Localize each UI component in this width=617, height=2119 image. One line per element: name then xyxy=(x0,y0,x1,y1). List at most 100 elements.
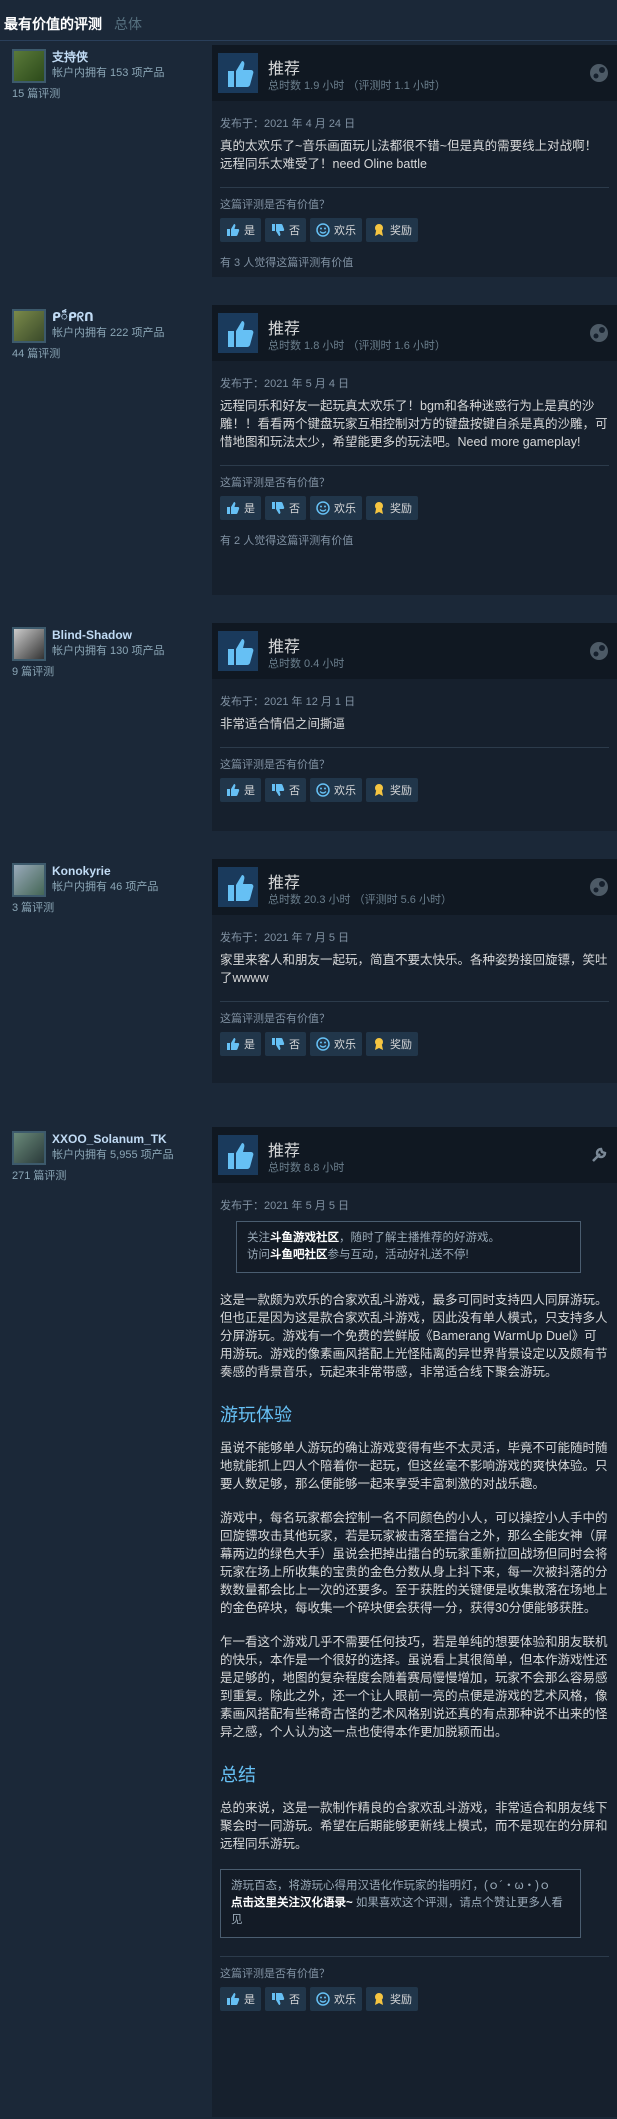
vote-funny-button[interactable]: 欢乐 xyxy=(310,496,362,520)
award-button[interactable]: 奖励 xyxy=(366,1032,418,1056)
vote-yes-button[interactable]: 是 xyxy=(220,1032,261,1056)
review-header[interactable]: 推荐 总时数 1.8 小时 （评测时 1.6 小时） xyxy=(212,305,617,361)
review-card: 支持侠 帐户内拥有 153 项产品 15 篇评测 推荐 总时数 1.9 小时 （… xyxy=(4,41,617,279)
section-heading: 总结 xyxy=(220,1765,256,1785)
thumbs-up-icon xyxy=(227,784,240,796)
review-header[interactable]: 推荐 总时数 20.3 小时 （评测时 5.6 小时） xyxy=(212,859,617,915)
avatar[interactable] xyxy=(12,1131,46,1165)
reviewer-info: Blind-Shadow 帐户内拥有 130 项产品 9 篇评测 xyxy=(12,627,212,679)
thumbs-up-icon xyxy=(218,313,258,353)
vote-no-button[interactable]: 否 xyxy=(265,218,306,242)
thumbs-up-icon xyxy=(218,1135,258,1175)
helpful-question: 这篇评测是否有价值？ xyxy=(220,477,330,489)
thumbs-down-icon xyxy=(272,502,285,514)
vote-no-label: 否 xyxy=(289,503,300,515)
award-label: 奖励 xyxy=(390,503,412,515)
vote-funny-label: 欢乐 xyxy=(334,785,356,797)
thumbs-down-icon xyxy=(272,784,285,796)
vote-no-button[interactable]: 否 xyxy=(265,1032,306,1056)
smiley-icon xyxy=(316,223,330,237)
reviewer-review-count[interactable]: 3 篇评测 xyxy=(12,897,212,915)
vote-yes-button[interactable]: 是 xyxy=(220,218,261,242)
quote-text: 关注 xyxy=(247,1232,270,1244)
helpful-question: 这篇评测是否有价值？ xyxy=(220,1968,330,1980)
curator-link[interactable]: 点击这里关注汉化语录~ xyxy=(231,1897,353,1909)
award-button[interactable]: 奖励 xyxy=(366,218,418,242)
review-date: 发布于：2021 年 4 月 24 日 xyxy=(220,118,356,130)
divider xyxy=(220,465,609,466)
tab-most-helpful[interactable]: 最有价值的评测 xyxy=(4,14,102,40)
sponsor-quote: 关注斗鱼游戏社区，随时了解主播推荐的好游戏。 访问斗鱼吧社区参与互动，活动好礼送… xyxy=(236,1221,581,1273)
review-verdict: 推荐 xyxy=(268,639,301,656)
quote-text: 访问 xyxy=(247,1249,270,1261)
award-icon xyxy=(375,224,383,236)
review-text: 非常适合情侣之间撕逼 xyxy=(220,717,346,731)
review-paragraph: 总的来说，这是一款制作精良的合家欢乱斗游戏，非常适合和朋友线下聚会时一同游玩。希… xyxy=(220,1801,608,1851)
vote-funny-button[interactable]: 欢乐 xyxy=(310,1987,362,2011)
review-hours: 总时数 8.8 小时 xyxy=(268,1162,345,1174)
review-header[interactable]: 推荐 总时数 1.9 小时 （评测时 1.1 小时） xyxy=(212,45,617,101)
reviewer-review-count[interactable]: 271 篇评测 xyxy=(12,1165,212,1183)
review-header[interactable]: 推荐 总时数 8.8 小时 xyxy=(212,1127,617,1183)
smiley-icon xyxy=(316,1992,330,2006)
award-button[interactable]: 奖励 xyxy=(366,778,418,802)
vote-funny-label: 欢乐 xyxy=(334,503,356,515)
review-tabs: 最有价值的评测 总体 xyxy=(0,0,617,41)
review-verdict: 推荐 xyxy=(268,875,301,892)
vote-buttons: 是 否 欢乐 奖励 xyxy=(220,496,609,520)
vote-funny-button[interactable]: 欢乐 xyxy=(310,778,362,802)
award-button[interactable]: 奖励 xyxy=(366,1987,418,2011)
tab-overall[interactable]: 总体 xyxy=(114,14,142,40)
review-date: 发布于：2021 年 12 月 1 日 xyxy=(220,696,356,708)
reviewer-info: ᑭ៏ᑭᖇᑎ 帐户内拥有 222 项产品 44 篇评测 xyxy=(12,309,212,361)
review-card: ᑭ៏ᑭᖇᑎ 帐户内拥有 222 项产品 44 篇评测 推荐 总时数 1.8 小时… xyxy=(4,301,617,597)
divider xyxy=(220,1956,609,1957)
review-header[interactable]: 推荐 总时数 0.4 小时 xyxy=(212,623,617,679)
vote-no-label: 否 xyxy=(289,1994,300,2006)
vote-no-button[interactable]: 否 xyxy=(265,778,306,802)
vote-buttons: 是 否 欢乐 奖励 xyxy=(220,218,609,242)
helpful-question: 这篇评测是否有价值？ xyxy=(220,1013,330,1025)
avatar[interactable] xyxy=(12,627,46,661)
thumbs-down-icon xyxy=(272,224,285,236)
avatar[interactable] xyxy=(12,863,46,897)
reviewer-review-count[interactable]: 9 篇评测 xyxy=(12,661,212,679)
helpful-question: 这篇评测是否有价值？ xyxy=(220,199,330,211)
award-icon xyxy=(375,502,383,514)
review-verdict: 推荐 xyxy=(268,321,301,338)
community-link[interactable]: 斗鱼吧社区 xyxy=(270,1249,328,1261)
vote-buttons: 是 否 欢乐 奖励 xyxy=(220,1987,609,2011)
vote-yes-label: 是 xyxy=(244,1039,255,1051)
vote-yes-button[interactable]: 是 xyxy=(220,1987,261,2011)
vote-yes-button[interactable]: 是 xyxy=(220,778,261,802)
award-label: 奖励 xyxy=(390,225,412,237)
reviewer-review-count[interactable]: 15 篇评测 xyxy=(12,83,212,101)
vote-yes-label: 是 xyxy=(244,225,255,237)
review-hours: 总时数 1.9 小时 （评测时 1.1 小时） xyxy=(268,80,446,92)
avatar[interactable] xyxy=(12,309,46,343)
review-text: 家里来客人和朋友一起玩，简直不要太快乐。各种姿势接回旋镖，笑吐了wwww xyxy=(220,953,608,985)
avatar[interactable] xyxy=(12,49,46,83)
smiley-icon xyxy=(316,1037,330,1051)
review-body-panel: 推荐 总时数 1.9 小时 （评测时 1.1 小时） 发布于：2021 年 4 … xyxy=(212,45,617,277)
vote-buttons: 是 否 欢乐 奖励 xyxy=(220,1032,609,1056)
review-verdict: 推荐 xyxy=(268,1143,301,1160)
community-link[interactable]: 斗鱼游戏社区 xyxy=(270,1232,339,1244)
vote-funny-button[interactable]: 欢乐 xyxy=(310,1032,362,1056)
review-paragraph: 这是一款颇为欢乐的合家欢乱斗游戏，最多可同时支持四人同屏游玩。但也正是因为这是款… xyxy=(220,1293,608,1379)
vote-funny-button[interactable]: 欢乐 xyxy=(310,218,362,242)
thumbs-up-icon xyxy=(227,1993,240,2005)
review-verdict: 推荐 xyxy=(268,61,301,78)
thumbs-down-icon xyxy=(272,1993,285,2005)
review-date: 发布于：2021 年 5 月 4 日 xyxy=(220,378,349,390)
quote-text: 游玩百态，将游玩心得用汉语化作玩家的指明灯，(ｏ´・ω・)ｏ xyxy=(231,1880,551,1892)
review-hours: 总时数 0.4 小时 xyxy=(268,658,345,670)
vote-no-button[interactable]: 否 xyxy=(265,496,306,520)
vote-no-button[interactable]: 否 xyxy=(265,1987,306,2011)
award-icon xyxy=(375,1038,383,1050)
vote-yes-button[interactable]: 是 xyxy=(220,496,261,520)
smiley-icon xyxy=(316,783,330,797)
divider xyxy=(220,747,609,748)
award-button[interactable]: 奖励 xyxy=(366,496,418,520)
reviewer-review-count[interactable]: 44 篇评测 xyxy=(12,343,212,361)
